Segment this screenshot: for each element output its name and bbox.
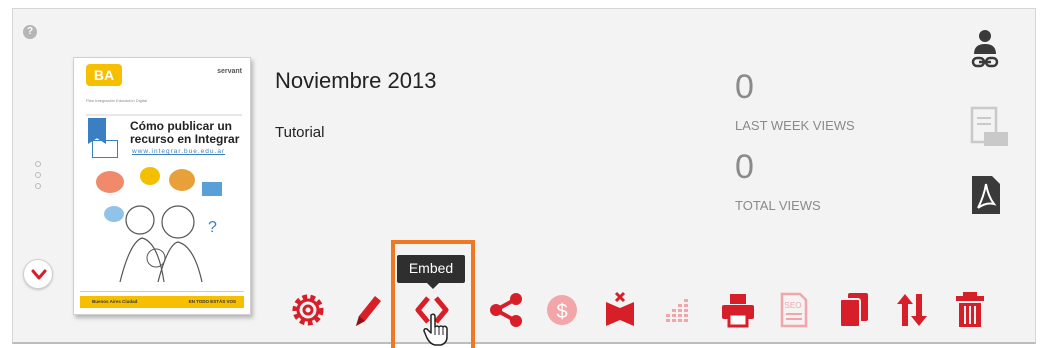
stats-icon[interactable]	[658, 290, 698, 330]
partner-logo: servant	[217, 68, 242, 75]
last-week-views-label: LAST WEEK VIEWS	[735, 118, 855, 133]
user-link-icon[interactable]	[970, 28, 1000, 74]
drag-handle-icon[interactable]	[35, 161, 43, 194]
house-icon	[92, 140, 118, 158]
family-illustration: ?	[96, 167, 222, 282]
thumbnail-footer-right: EN TODO ESTÁS VOS	[188, 299, 236, 304]
seo-icon[interactable]: SEO	[774, 290, 814, 330]
publication-title[interactable]: Noviembre 2013	[275, 68, 436, 94]
copy-icon[interactable]	[834, 290, 874, 330]
embed-tooltip: Embed	[397, 255, 465, 283]
thumbnail-divider	[86, 114, 242, 116]
pdf-icon[interactable]	[970, 174, 1002, 216]
ba-logo: BA	[86, 64, 122, 86]
thumbnail-footer-line	[80, 291, 244, 292]
trash-icon[interactable]	[950, 290, 990, 330]
total-views-count: 0	[735, 148, 754, 186]
gear-icon[interactable]	[288, 290, 328, 330]
book-remove-icon[interactable]	[600, 290, 640, 330]
chevron-down-icon	[31, 269, 47, 280]
thumbnail-footer: Buenos Aires Ciudad EN TODO ESTÁS VOS	[80, 296, 244, 308]
svg-text:?: ?	[208, 219, 217, 236]
thumbnail-doc-url: www.integrar.bue.edu.ar	[132, 148, 226, 155]
total-views-label: TOTAL VIEWS	[735, 198, 821, 213]
help-icon[interactable]: ?	[23, 25, 37, 39]
sort-icon[interactable]	[892, 290, 932, 330]
thumbnail-footer-left: Buenos Aires Ciudad	[92, 299, 138, 304]
tooltip-arrow	[427, 283, 439, 289]
publication-type: Tutorial	[275, 124, 325, 141]
share-icon[interactable]	[486, 290, 526, 330]
collapse-button[interactable]	[23, 259, 53, 289]
svg-text:$: $	[556, 301, 567, 323]
hand-cursor-icon	[423, 313, 448, 346]
thumbnail-doc-title: Cómo publicar un recurso en Integrar	[130, 119, 240, 146]
pencil-icon[interactable]	[346, 290, 386, 330]
dollar-icon[interactable]: $	[542, 290, 582, 330]
last-week-views-count: 0	[735, 68, 754, 106]
publication-thumbnail[interactable]: BA servant Plan Integración Educación Di…	[73, 57, 251, 315]
embed-document-icon[interactable]	[970, 106, 1010, 148]
svg-text:SEO: SEO	[785, 301, 802, 310]
thumbnail-kicker: Plan Integración Educación Digital	[86, 98, 147, 103]
print-icon[interactable]	[718, 290, 758, 330]
